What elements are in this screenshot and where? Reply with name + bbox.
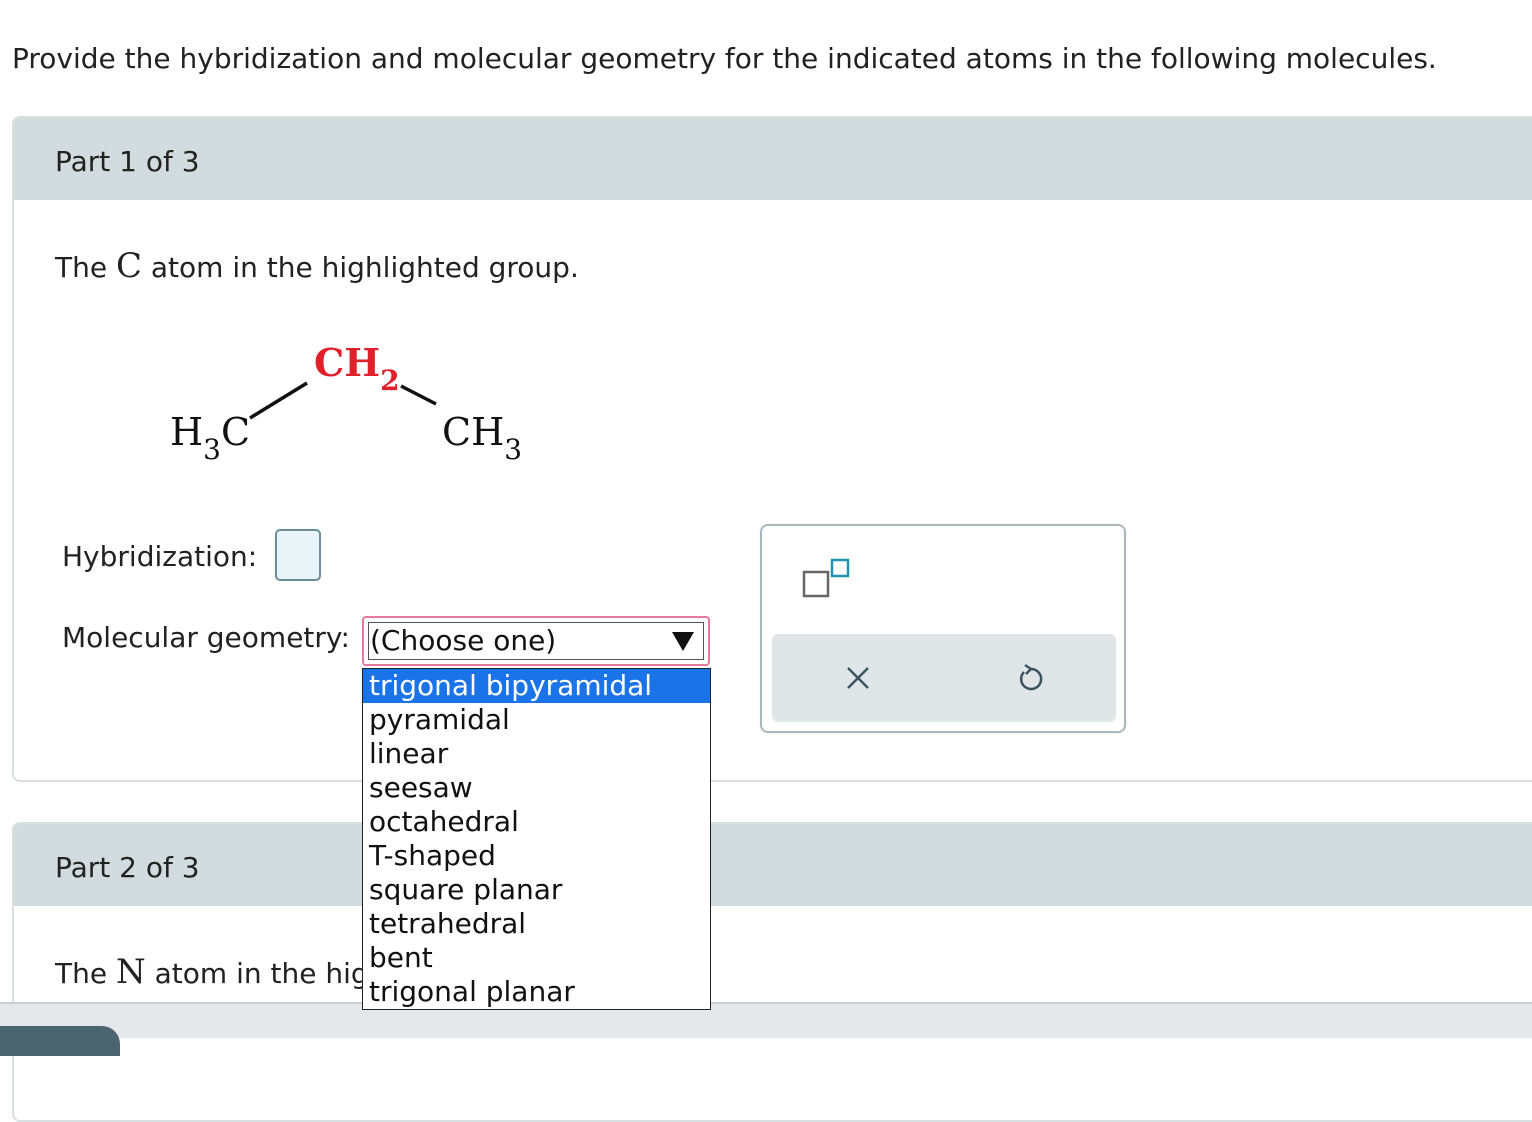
part-2-question: The N atom in the hig <box>55 952 369 992</box>
bottom-tab[interactable] <box>0 1026 120 1056</box>
part-1-header: Part 1 of 3 <box>14 118 1532 200</box>
geometry-options-list: trigonal bipyramidal pyramidal linear seesa… <box>362 668 711 1010</box>
question-pre: The <box>55 251 116 284</box>
part-2-card: Part 2 of 3 The N atom in the hig <box>12 822 1532 1122</box>
close-icon[interactable] <box>840 660 876 696</box>
question-atom: C <box>115 246 142 286</box>
math-tool-panel <box>760 524 1126 733</box>
tool-action-bar <box>772 634 1116 722</box>
question-pre: The <box>55 957 116 990</box>
bottom-scroll-strip <box>0 1002 1532 1038</box>
geometry-option[interactable]: T-shaped <box>363 839 710 873</box>
hybridization-label: Hybridization: <box>62 540 258 573</box>
part-1-question: The C atom in the highlighted group. <box>55 246 579 286</box>
highlighted-methylene: CH2 <box>314 340 400 397</box>
geometry-option[interactable]: tetrahedral <box>363 907 710 941</box>
geometry-option[interactable]: octahedral <box>363 805 710 839</box>
geometry-option[interactable]: pyramidal <box>363 703 710 737</box>
select-value: (Choose one) <box>370 624 557 657</box>
question-atom: N <box>115 952 146 992</box>
left-bond <box>249 381 308 420</box>
geometry-option[interactable]: trigonal bipyramidal <box>363 669 710 703</box>
geometry-option[interactable]: seesaw <box>363 771 710 805</box>
question-post: atom in the highlighted group. <box>142 251 579 284</box>
geometry-option[interactable]: square planar <box>363 873 710 907</box>
right-bond <box>400 384 437 406</box>
chevron-down-icon <box>672 632 694 651</box>
geometry-select[interactable]: (Choose one) <box>362 616 710 666</box>
undo-icon[interactable] <box>1012 660 1048 696</box>
right-methyl: CH3 <box>442 410 522 466</box>
part-1-title: Part 1 of 3 <box>55 145 200 178</box>
part-2-title: Part 2 of 3 <box>55 851 200 884</box>
superscript-box-icon[interactable] <box>800 554 860 604</box>
geometry-label: Molecular geometry: <box>62 621 350 654</box>
problem-prompt: Provide the hybridization and molecular … <box>12 42 1437 75</box>
propane-structure: H3C CH2 CH3 <box>164 338 544 478</box>
left-methyl: H3C <box>170 410 250 466</box>
hybridization-input[interactable] <box>275 529 321 581</box>
geometry-option[interactable]: bent <box>363 941 710 975</box>
part-2-header: Part 2 of 3 <box>14 824 1532 906</box>
question-post: atom in the hig <box>145 957 369 990</box>
geometry-option[interactable]: linear <box>363 737 710 771</box>
geometry-option[interactable]: trigonal planar <box>363 975 710 1009</box>
